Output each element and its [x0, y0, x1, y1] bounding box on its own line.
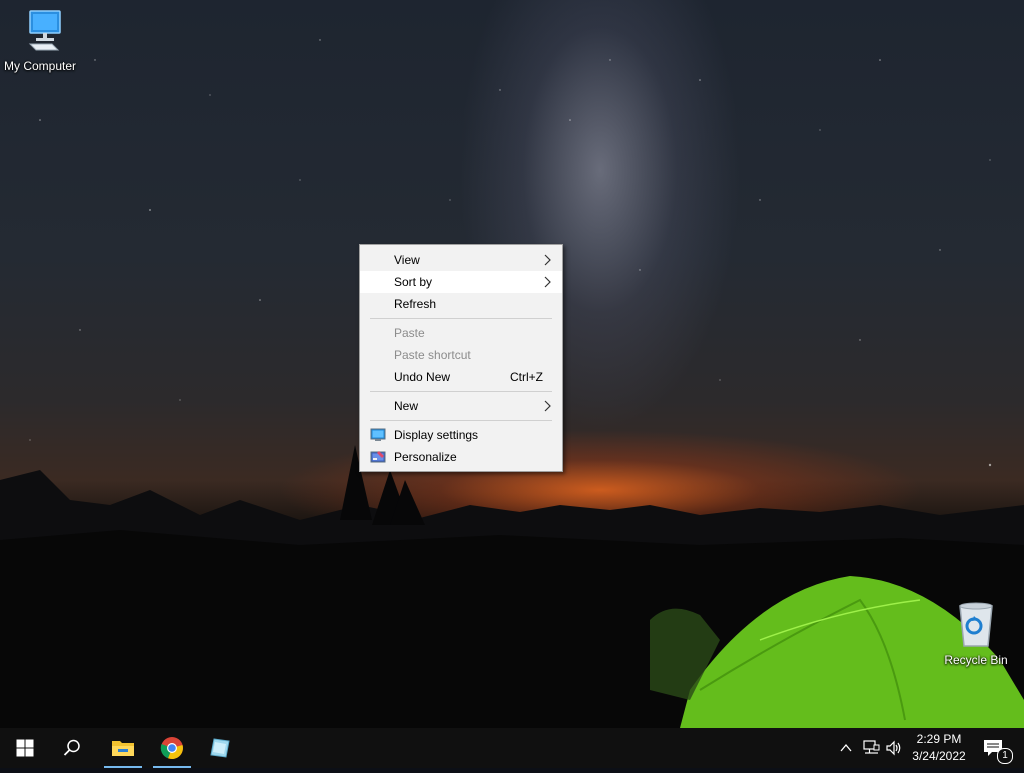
menu-item-sort-by[interactable]: Sort by — [360, 271, 562, 293]
desktop-icon-label: My Computer — [3, 59, 77, 73]
taskbar-chrome[interactable] — [149, 728, 195, 768]
notification-badge: 1 — [997, 748, 1013, 764]
search-button[interactable] — [49, 728, 95, 768]
file-explorer-icon — [112, 741, 134, 756]
recycle-bin-icon — [959, 602, 993, 647]
taskbar-clock[interactable]: 2:29 PM 3/24/2022 — [908, 731, 970, 765]
network-icon[interactable] — [862, 739, 880, 757]
menu-item-label: Personalize — [394, 450, 457, 464]
clock-time: 2:29 PM — [916, 732, 962, 746]
taskbar-app[interactable] — [197, 728, 243, 768]
app-icon — [210, 738, 230, 758]
start-icon — [16, 739, 34, 757]
desktop-context-menu: View Sort by Refresh Paste Paste shortcu… — [359, 244, 563, 472]
menu-item-label: Sort by — [394, 275, 433, 289]
search-icon — [63, 739, 80, 756]
action-center-button[interactable]: 1 — [976, 728, 1016, 768]
personalize-icon — [370, 451, 386, 463]
menu-item-paste[interactable]: Paste — [360, 322, 562, 344]
menu-item-undo-new[interactable]: Undo New Ctrl+Z — [360, 366, 562, 388]
menu-item-view[interactable]: View — [360, 249, 562, 271]
menu-item-label: Display settings — [394, 428, 479, 442]
desktop-icon-recycle-bin[interactable]: Recycle Bin — [936, 602, 1016, 667]
menu-item-label: View — [394, 253, 420, 267]
chevron-up-icon[interactable] — [838, 740, 854, 756]
menu-item-label: Refresh — [394, 297, 437, 311]
menu-item-shortcut: Ctrl+Z — [510, 370, 543, 384]
menu-item-display-settings[interactable]: Display settings — [360, 424, 562, 446]
chevron-right-icon — [544, 400, 551, 412]
menu-item-refresh[interactable]: Refresh — [360, 293, 562, 315]
menu-separator — [370, 318, 552, 319]
volume-icon[interactable] — [885, 739, 903, 757]
chevron-right-icon — [544, 276, 551, 288]
menu-separator — [370, 420, 552, 421]
desktop-icon-label: Recycle Bin — [944, 653, 1008, 667]
menu-item-personalize[interactable]: Personalize — [360, 446, 562, 468]
taskbar: 2:29 PM 3/24/2022 1 — [0, 728, 1024, 768]
menu-separator — [370, 391, 552, 392]
menu-item-label: Paste — [394, 326, 425, 340]
chrome-icon — [160, 737, 183, 760]
desktop-icon-my-computer[interactable]: My Computer — [0, 8, 80, 73]
taskbar-file-explorer[interactable] — [100, 728, 146, 768]
chevron-right-icon — [544, 254, 551, 266]
menu-item-label: Undo New — [394, 370, 451, 384]
clock-date: 3/24/2022 — [912, 749, 966, 763]
menu-item-new[interactable]: New — [360, 395, 562, 417]
menu-item-paste-shortcut[interactable]: Paste shortcut — [360, 344, 562, 366]
start-button[interactable] — [2, 728, 48, 768]
display-settings-icon — [370, 428, 386, 441]
menu-item-label: New — [394, 399, 419, 413]
menu-item-label: Paste shortcut — [394, 348, 471, 362]
computer-icon — [28, 10, 61, 51]
